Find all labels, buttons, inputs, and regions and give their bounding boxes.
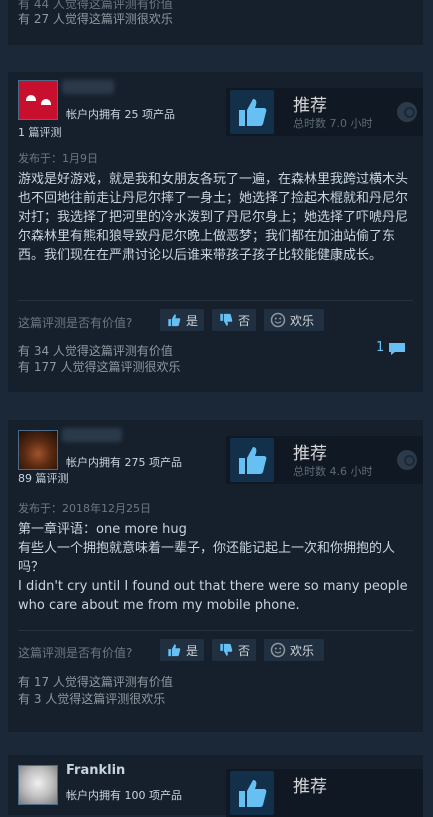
vote-no-button[interactable]: 否 — [212, 639, 257, 661]
funny-count: 有 177 人觉得这篇评测很欢乐 — [18, 360, 181, 374]
review-card-previous: 有 44 人觉得这篇评测有价值 有 27 人觉得这篇评测很欢乐 — [8, 0, 423, 45]
vote-no-label: 否 — [238, 643, 251, 658]
thumbs-up-icon — [168, 644, 181, 657]
smiley-icon — [270, 312, 286, 328]
vote-yes-label: 是 — [186, 313, 199, 328]
funny-count: 有 3 人觉得这篇评测很欢乐 — [18, 692, 166, 706]
review-card: Franklin 帐户内拥有 100 项产品 推荐 — [8, 755, 423, 817]
divider — [18, 630, 413, 631]
review-body-line: 有些人一个拥抱就意味着一辈子，你还能记起上一次和你拥抱的人吗？ — [18, 541, 396, 575]
products-owned: 帐户内拥有 100 项产品 — [66, 789, 182, 802]
funny-count-previous: 有 27 人觉得这篇评测很欢乐 — [18, 12, 173, 26]
review-body: 第一章评语：one more hug 有些人一个拥抱就意味着一辈子，你还能记起上… — [18, 520, 413, 615]
smiley-icon — [270, 642, 286, 658]
vote-funny-button[interactable]: 欢乐 — [264, 639, 324, 661]
comment-count[interactable]: 1 — [376, 340, 384, 355]
vote-funny-label: 欢乐 — [290, 643, 315, 658]
helpful-prompt: 这篇评测是否有价值? — [18, 316, 133, 330]
review-count-link[interactable]: 1 篇评测 — [18, 124, 62, 140]
recommendation-box[interactable]: 推荐 总时数 7.0 小时 — [226, 88, 423, 136]
user-avatar[interactable] — [18, 430, 58, 470]
thumbs-up-icon — [168, 314, 181, 327]
comment-icon[interactable] — [388, 342, 406, 356]
review-body-line: I didn't cry until I found out that ther… — [18, 579, 408, 613]
vote-yes-button[interactable]: 是 — [160, 309, 205, 331]
posted-date: 发布于：1月9日 — [18, 152, 98, 165]
vote-no-label: 否 — [238, 313, 251, 328]
review-body: 游戏是好游戏，就是我和女朋友各玩了一遍，在森林里我跨过横木头也不回地往前走让丹尼… — [18, 172, 409, 263]
vote-no-button[interactable]: 否 — [212, 309, 257, 331]
thumbs-up-icon — [230, 771, 274, 815]
user-avatar[interactable] — [18, 80, 58, 120]
helpful-count: 有 17 人觉得这篇评测有价值 — [18, 675, 173, 689]
username-blurred[interactable] — [62, 80, 114, 94]
posted-date: 发布于：2018年12月25日 — [18, 502, 151, 515]
review-body-line: 第一章评语：one more hug — [18, 522, 187, 537]
vote-funny-button[interactable]: 欢乐 — [264, 309, 324, 331]
recommendation-box[interactable]: 推荐 — [226, 769, 423, 817]
review-count-link[interactable]: 89 篇评测 — [18, 470, 69, 486]
steam-icon — [397, 102, 417, 122]
products-owned: 帐户内拥有 275 项产品 — [66, 456, 182, 469]
username-blurred[interactable] — [62, 428, 122, 442]
recommendation-box[interactable]: 推荐 总时数 4.6 小时 — [226, 436, 423, 484]
vote-yes-button[interactable]: 是 — [160, 639, 205, 661]
playtime-hours: 总时数 7.0 小时 — [293, 117, 373, 130]
playtime-hours: 总时数 4.6 小时 — [293, 465, 373, 478]
recommendation-label: 推荐 — [293, 96, 327, 116]
vote-yes-label: 是 — [186, 643, 199, 658]
review-card: 帐户内拥有 25 项产品 1 篇评测 推荐 总时数 7.0 小时 发布于：1月9… — [8, 72, 423, 392]
recommendation-label: 推荐 — [293, 444, 327, 464]
thumbs-up-icon — [230, 90, 274, 134]
divider — [18, 300, 413, 301]
thumbs-down-icon — [220, 313, 233, 326]
user-avatar[interactable] — [18, 765, 58, 805]
vote-funny-label: 欢乐 — [290, 313, 315, 328]
products-owned: 帐户内拥有 25 项产品 — [66, 108, 175, 121]
username-link[interactable]: Franklin — [66, 763, 125, 778]
helpful-count: 有 34 人觉得这篇评测有价值 — [18, 344, 173, 358]
recommendation-label: 推荐 — [293, 777, 327, 797]
review-card: 帐户内拥有 275 项产品 89 篇评测 推荐 总时数 4.6 小时 发布于：2… — [8, 420, 423, 732]
thumbs-up-icon — [230, 438, 274, 482]
steam-icon — [397, 450, 417, 470]
helpful-prompt: 这篇评测是否有价值? — [18, 646, 133, 660]
thumbs-down-icon — [220, 643, 233, 656]
